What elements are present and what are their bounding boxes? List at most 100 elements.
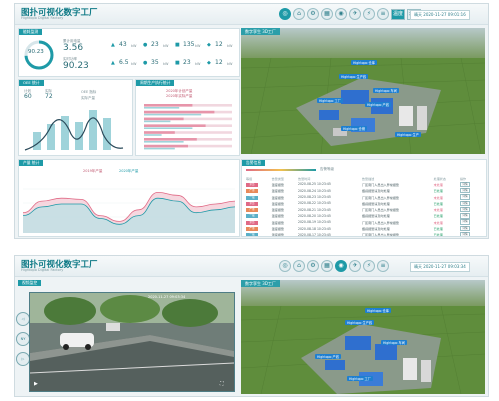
production-bar	[144, 131, 175, 134]
level-badge: 一般	[246, 195, 258, 200]
map-tag[interactable]: Hightopo 产线	[315, 354, 341, 359]
fullscreen-icon[interactable]: ⛶	[220, 381, 226, 387]
factory-3d-map[interactable]: 数字孪生 3D工厂 Hightopo 生产线 Hightopo 仓库 Hight…	[241, 280, 485, 394]
detail-button[interactable]: 详情	[459, 225, 470, 232]
view-toolbar: ◎ ⌂ ⚙ ▦ ◉ ✈ ⚡ ≡ 温度 湿度	[279, 8, 421, 20]
home-icon[interactable]: ◎	[279, 8, 291, 20]
detail-button[interactable]: 详情	[459, 181, 470, 188]
stat-unit: kW	[195, 62, 201, 66]
energy-value-2: 90.23	[63, 61, 89, 71]
stat-unit: kW	[163, 44, 169, 48]
trend-chart	[23, 188, 235, 233]
stat-value: 135	[183, 41, 195, 48]
camera-selector[interactable]: NY	[16, 332, 30, 346]
map-tag[interactable]: Hightopo 生产	[395, 132, 421, 137]
map-tag[interactable]: Hightopo 仓库	[365, 308, 391, 313]
prev-camera-icon[interactable]: ◁	[16, 312, 30, 326]
stat-value: 12	[215, 59, 223, 66]
stat-item: ◆ 12 kW	[207, 58, 239, 70]
detail-button[interactable]: 详情	[459, 219, 470, 225]
production-bar	[144, 117, 184, 121]
production-bar-actual	[144, 134, 162, 136]
camera-icon[interactable]: ◉	[335, 8, 347, 20]
video-player[interactable]: 2020-11-27 09:03:34 ▶ ⛶	[29, 292, 235, 392]
stat-item: ■ 23 kW	[175, 58, 207, 70]
alarm-desc-cell: 厂区南门人员出入异常报警	[361, 233, 400, 237]
stat-value: 35	[151, 59, 159, 66]
next-camera-icon[interactable]: ▷	[16, 352, 30, 366]
power-gauge	[24, 40, 54, 70]
grid-icon[interactable]: ▦	[321, 8, 333, 20]
gear-icon[interactable]: ⚙	[307, 260, 319, 272]
level-badge: 一般	[246, 233, 258, 236]
production-legend-2: 2020年实际产量	[166, 94, 193, 98]
power-icon[interactable]: ⚡	[363, 8, 375, 20]
detail-button[interactable]: 详情	[459, 194, 470, 200]
production-bar	[144, 138, 197, 141]
detail-button[interactable]: 详情	[459, 187, 470, 194]
oee-bar	[47, 124, 55, 150]
stat-item: ● 35 kW	[143, 58, 175, 70]
meter-icon: ●	[143, 42, 148, 48]
map-tag[interactable]: Hightopo 车间	[373, 88, 399, 93]
temperature-toggle[interactable]: 温度	[391, 9, 405, 20]
detail-button[interactable]: 详情	[459, 206, 470, 213]
alarm-table: 等级 告警类型 告警时间 告警描述 处理状态 操作 紧急 温度报警 2020-08-…	[245, 175, 481, 237]
view-toolbar: ◎ ⌂ ⚙ ▦ ◉ ✈ ⚡ ≡	[279, 260, 389, 272]
production-bar-actual	[144, 141, 184, 143]
production-bar-actual	[144, 107, 180, 109]
stat-unit: kW	[131, 44, 137, 48]
map-tag[interactable]: Hightopo 车间	[381, 340, 407, 345]
detail-button[interactable]: 详情	[459, 213, 470, 219]
video-timestamp: 2020-11-27 09:03:34	[148, 295, 186, 299]
map-tag[interactable]: Hightopo 仓库	[351, 60, 377, 65]
home-icon[interactable]: ◎	[279, 260, 291, 272]
map-tag[interactable]: Hightopo 工厂	[317, 98, 343, 103]
factory-map-render	[241, 28, 485, 154]
level-badge: 紧急	[246, 182, 258, 187]
map-tag[interactable]: Hightopo 生产线	[345, 320, 375, 325]
alarm-table-header: 等级 告警类型 告警时间 告警描述 处理状态 操作	[245, 175, 481, 181]
drone-icon[interactable]: ✈	[349, 8, 361, 20]
map-tag[interactable]: Hightopo 工厂	[347, 376, 373, 381]
detail-button[interactable]: 详情	[459, 200, 470, 207]
meter-icon: ■	[175, 42, 180, 48]
energy-panel: 能耗监测 90.23 累计用电量 3.56 实时功率 90.23 ▲ 43 kW ●…	[18, 28, 240, 77]
oee-value-2: 72	[45, 93, 53, 100]
trend-panel: 产量 统计 2019年产量 2020年产量	[18, 159, 240, 237]
building-icon[interactable]: ⌂	[293, 8, 305, 20]
stat-item: ▲ 6.5 kW	[111, 58, 143, 70]
menu-icon[interactable]: ≡	[377, 260, 389, 272]
table-row[interactable]: 一般 温度报警 2020-08-17 10:23:45 厂区南门人员出入异常报警 已处理…	[245, 232, 481, 237]
stat-item: ■ 135 kW	[175, 40, 207, 52]
stat-value: 23	[183, 59, 191, 66]
power-icon[interactable]: ⚡	[363, 260, 375, 272]
grid-icon[interactable]: ▦	[321, 260, 333, 272]
production-bar	[144, 144, 188, 148]
alarm-level-slider[interactable]	[246, 169, 316, 171]
stat-unit: kW	[227, 62, 233, 66]
map-tag[interactable]: Hightopo 生产线	[339, 74, 369, 79]
menu-icon[interactable]: ≡	[377, 8, 389, 20]
oee-panel-title: OEE 统计	[19, 80, 44, 86]
stat-value: 43	[119, 41, 127, 48]
factory-3d-map[interactable]: 数字孪生 3D工厂 Hightopo 生产线 Hightopo 仓库 Hight…	[241, 28, 485, 154]
alarm-type-cell: 温度报警	[271, 233, 285, 237]
drone-icon[interactable]: ✈	[349, 260, 361, 272]
oee-chart	[24, 110, 124, 151]
building-icon[interactable]: ⌂	[293, 260, 305, 272]
meter-icon: ▲	[111, 42, 115, 48]
camera-icon[interactable]: ◉	[335, 260, 347, 272]
map-tag[interactable]: Hightopo 仓储	[341, 126, 367, 131]
map-tag[interactable]: Hightopo 产线	[365, 102, 391, 107]
dashboard-header: 图扑可视化数字工厂 Hightopo Digital Factory ◎ ⌂ ⚙…	[15, 4, 488, 25]
oee-bar	[89, 110, 97, 150]
play-icon[interactable]: ▶	[34, 381, 40, 387]
level-badge: 紧急	[246, 201, 258, 206]
production-bar	[144, 104, 193, 107]
gear-icon[interactable]: ⚙	[307, 8, 319, 20]
surveillance-screenshot: 图扑可视化数字工厂 Hightopo Digital Factory ◎ ⌂ ⚙…	[14, 255, 489, 397]
detail-button[interactable]: 详情	[459, 232, 470, 236]
stat-unit: kW	[131, 62, 137, 66]
production-bar-actual	[144, 113, 202, 116]
